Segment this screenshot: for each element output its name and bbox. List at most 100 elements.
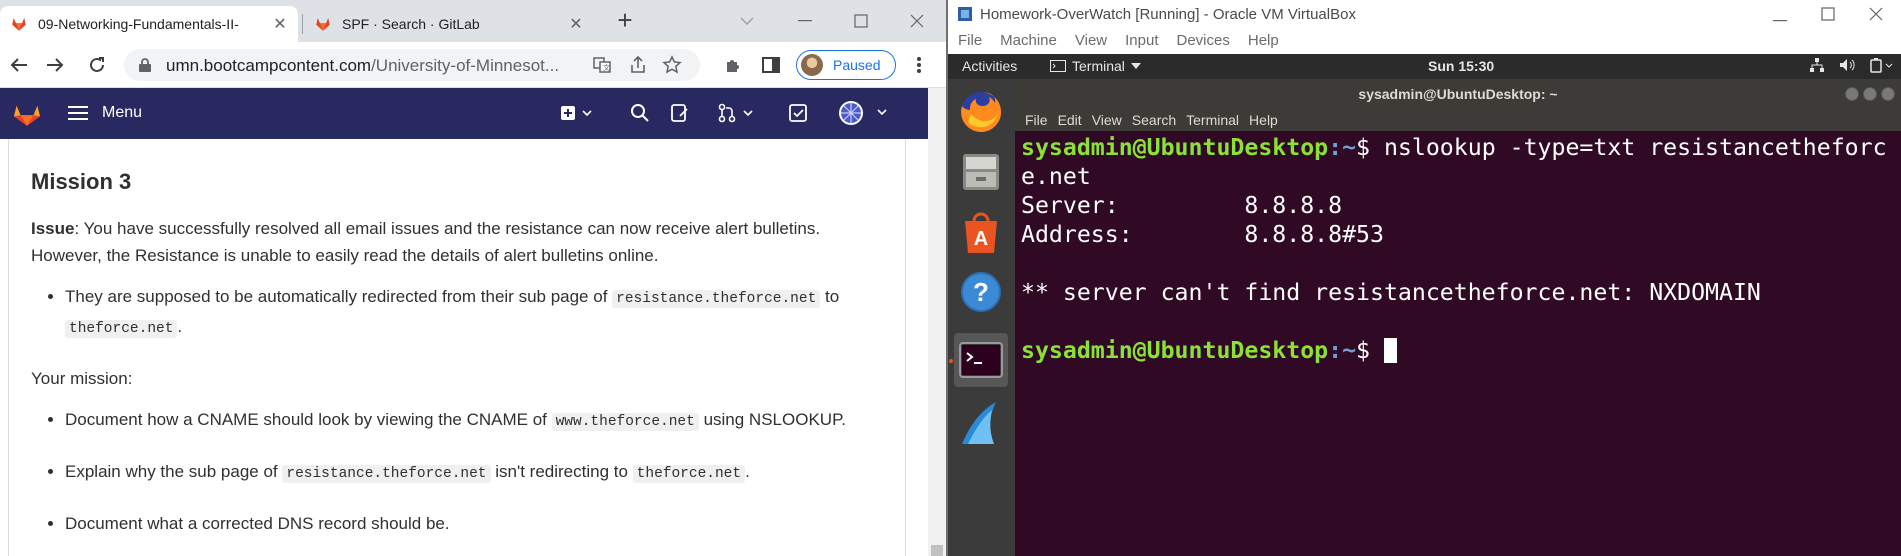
forward-button[interactable] <box>42 52 68 78</box>
maximize-button[interactable] <box>1804 0 1852 28</box>
vbox-menu-bar: File Machine View Input Devices Help <box>948 28 1901 52</box>
prompt-path: :~ <box>1328 337 1357 364</box>
inline-code: theforce.net <box>65 320 178 338</box>
issue-text: : You have successfully resolved all ema… <box>31 219 821 265</box>
close-window-button[interactable] <box>1881 87 1895 101</box>
menu-help[interactable]: Help <box>1248 32 1279 49</box>
list-item: Document what a corrected DNS record sho… <box>65 510 891 537</box>
bullet-text: using NSLOOKUP. <box>698 410 846 429</box>
terminal-menu-file[interactable]: File <box>1025 112 1048 128</box>
close-tab-icon[interactable]: ✕ <box>272 14 288 34</box>
wireshark-icon[interactable] <box>954 397 1008 451</box>
tab-spf-search[interactable]: SPF · Search · GitLab ✕ <box>304 6 594 42</box>
minimize-button[interactable] <box>778 0 832 42</box>
inline-code: resistance.theforce.net <box>612 290 821 308</box>
app-menu-terminal[interactable]: Terminal <box>1050 58 1141 74</box>
new-tab-button[interactable]: + <box>612 7 638 34</box>
merge-requests-icon[interactable] <box>718 102 754 124</box>
reload-button[interactable] <box>84 52 110 78</box>
tab-networking-fundamentals[interactable]: 09-Networking-Fundamentals-II- ✕ <box>0 6 298 42</box>
mission-heading: Mission 3 <box>31 169 132 194</box>
vbox-window-title: Homework-OverWatch [Running] - Oracle VM… <box>980 5 1356 23</box>
lock-icon[interactable] <box>138 57 152 73</box>
your-mission-label: Your mission: <box>31 369 133 388</box>
virtualbox-window: Homework-OverWatch [Running] - Oracle VM… <box>946 0 1901 556</box>
output-server: Server: 8.8.8.8 <box>1021 192 1343 219</box>
maximize-button[interactable] <box>1863 87 1877 101</box>
translate-icon[interactable]: 文 <box>592 55 612 75</box>
files-icon[interactable] <box>954 145 1008 199</box>
share-icon[interactable] <box>628 55 648 75</box>
terminal-icon[interactable] <box>954 333 1008 387</box>
terminal-small-icon <box>1050 60 1066 72</box>
terminal-menu-view[interactable]: View <box>1092 112 1122 128</box>
extensions-icon[interactable] <box>720 52 746 78</box>
user-avatar-icon[interactable] <box>838 101 890 125</box>
page-scrollbar[interactable] <box>928 88 946 556</box>
address-bar[interactable]: umn.bootcampcontent.com/University-of-Mi… <box>124 49 700 81</box>
profile-paused-button[interactable]: Paused <box>796 50 896 80</box>
gnome-top-bar: Activities Terminal Sun 15:30 <box>948 54 1901 79</box>
ubuntu-dock: A ? <box>948 79 1015 556</box>
more-menu-icon[interactable] <box>906 52 932 78</box>
menu-machine[interactable]: Machine <box>1000 32 1057 49</box>
inline-code: theforce.net <box>632 465 746 483</box>
url-path: /University-of-Minnesot... <box>371 56 560 75</box>
network-icon <box>1810 58 1824 72</box>
prompt-user: sysadmin@UbuntuDesktop <box>1021 337 1329 364</box>
back-button[interactable] <box>6 52 32 78</box>
scrollbar-thumb[interactable] <box>931 545 943 556</box>
issue-list: They are supposed to be automatically re… <box>65 283 891 343</box>
terminal-menu-edit[interactable]: Edit <box>1058 112 1082 128</box>
volume-icon <box>1840 59 1855 71</box>
help-icon[interactable]: ? <box>954 265 1008 319</box>
menu-file[interactable]: File <box>958 32 982 49</box>
virtualbox-icon <box>958 7 972 21</box>
terminal-window-title: sysadmin@UbuntuDesktop: ~ <box>1358 86 1558 102</box>
terminal-menu-search[interactable]: Search <box>1132 112 1176 128</box>
prompt-user: sysadmin@UbuntuDesktop <box>1021 134 1329 161</box>
close-window-button[interactable] <box>890 0 944 42</box>
list-item: They are supposed to be automatically re… <box>65 283 891 343</box>
vbox-title-bar: Homework-OverWatch [Running] - Oracle VM… <box>948 0 1901 28</box>
chevron-down-icon[interactable] <box>720 0 774 42</box>
svg-text:A: A <box>974 228 988 250</box>
gitlab-logo-icon[interactable] <box>12 101 42 127</box>
create-new-icon[interactable] <box>560 102 594 124</box>
search-icon[interactable] <box>630 102 650 124</box>
menu-devices[interactable]: Devices <box>1177 32 1230 49</box>
firefox-icon[interactable] <box>954 85 1008 139</box>
output-address: Address: 8.8.8.8#53 <box>1021 221 1384 248</box>
side-panel-icon[interactable] <box>758 52 784 78</box>
svg-text:文: 文 <box>603 63 610 72</box>
terminal-menu-help[interactable]: Help <box>1249 112 1278 128</box>
inline-code: resistance.theforce.net <box>282 465 491 483</box>
profile-status: Paused <box>833 57 881 73</box>
terminal-output[interactable]: sysadmin@UbuntuDesktop:~$ nslookup -type… <box>1015 131 1901 556</box>
bookmark-star-icon[interactable] <box>662 55 682 75</box>
terminal-menu-terminal[interactable]: Terminal <box>1186 112 1239 128</box>
caret-down-icon <box>1130 63 1141 69</box>
maximize-button[interactable] <box>834 0 888 42</box>
main-menu-button[interactable]: Menu <box>68 102 142 124</box>
menu-input[interactable]: Input <box>1125 32 1158 49</box>
clock[interactable]: Sun 15:30 <box>1428 58 1494 74</box>
activities-button[interactable]: Activities <box>962 58 1017 74</box>
bullet-text: Explain why the sub page of <box>65 462 283 481</box>
content-panel: Mission 3 Issue: You have successfully r… <box>8 139 906 556</box>
issue-label: Issue <box>31 219 75 238</box>
assignment-document: Mission 3 Issue: You have successfully r… <box>31 169 891 556</box>
issues-icon[interactable] <box>670 102 690 124</box>
minimize-button[interactable] <box>1845 87 1859 101</box>
bullet-text: They are supposed to be automatically re… <box>65 287 613 306</box>
close-tab-icon[interactable]: ✕ <box>568 14 584 34</box>
menu-label: Menu <box>102 104 143 121</box>
software-center-icon[interactable]: A <box>954 205 1008 259</box>
hamburger-icon <box>68 102 88 124</box>
app-menu-label: Terminal <box>1072 58 1125 74</box>
bullet-text: . <box>177 317 183 336</box>
system-tray[interactable] <box>1809 57 1893 73</box>
menu-view[interactable]: View <box>1075 32 1107 49</box>
close-window-button[interactable] <box>1852 0 1900 28</box>
todo-icon[interactable] <box>788 102 808 124</box>
